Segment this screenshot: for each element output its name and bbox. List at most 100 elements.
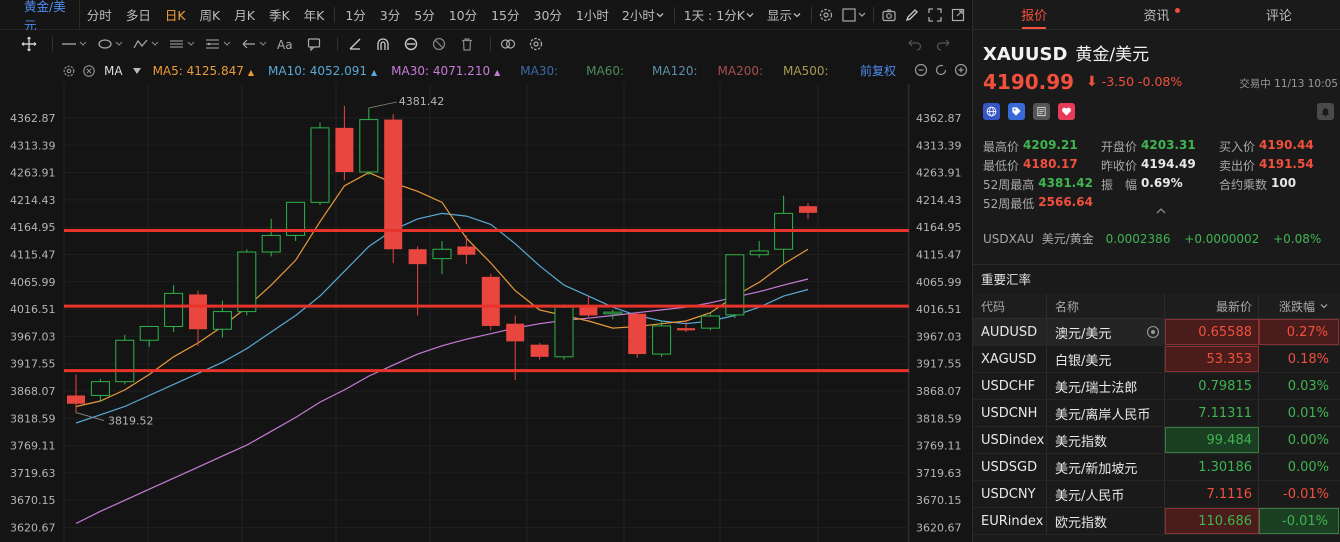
redo-button[interactable] bbox=[932, 34, 954, 54]
timeframe-tab[interactable]: 季K bbox=[262, 0, 297, 29]
candle-body bbox=[164, 292, 184, 327]
timeframe-tab[interactable]: 周K bbox=[193, 0, 228, 29]
ma30-text: MA30: 4071.210 bbox=[391, 64, 491, 78]
candle-body bbox=[579, 307, 598, 316]
rate-row[interactable]: USDCNY 美元/人民币 7.1116 -0.01% bbox=[973, 481, 1340, 508]
candle-body bbox=[67, 395, 85, 404]
adjust-mode-button[interactable]: 前复权 bbox=[860, 62, 896, 79]
trend-tool[interactable] bbox=[131, 34, 161, 54]
target-icon[interactable] bbox=[1146, 325, 1160, 339]
ruler-tool[interactable] bbox=[344, 34, 366, 54]
rate-row[interactable]: USDSGD 美元/新加坡元 1.30186 0.00% bbox=[973, 454, 1340, 481]
zoom-in-button[interactable] bbox=[952, 60, 970, 80]
delete-tool[interactable] bbox=[456, 34, 478, 54]
channel-tool[interactable] bbox=[167, 34, 197, 54]
tag-icon bbox=[1012, 107, 1021, 116]
chevron-up-icon[interactable] bbox=[1155, 206, 1167, 216]
screenshot-button[interactable] bbox=[880, 5, 897, 25]
rate-change: 0.01% bbox=[1287, 405, 1329, 421]
compare-tool[interactable] bbox=[497, 34, 519, 54]
rate-row[interactable]: USDindex 美元指数 99.484 0.00% bbox=[973, 427, 1340, 454]
rate-price: 1.30186 bbox=[1165, 454, 1259, 480]
lock-tool[interactable] bbox=[400, 34, 422, 54]
close-icon[interactable] bbox=[82, 64, 96, 78]
timeframe-tab[interactable]: 30分 bbox=[527, 0, 569, 29]
alert-button[interactable] bbox=[1317, 103, 1334, 120]
layout-button[interactable] bbox=[841, 5, 867, 25]
magnet-tool[interactable] bbox=[372, 34, 394, 54]
panel-tab[interactable]: 评论 bbox=[1218, 0, 1340, 29]
timeframe-tab[interactable]: 日K bbox=[158, 0, 193, 29]
stat-value: 4209.21 bbox=[1023, 138, 1078, 152]
timeframe-tab[interactable]: 1分 bbox=[338, 0, 372, 29]
quote-title: XAUUSD 黄金/美元 bbox=[983, 40, 1149, 65]
camera-icon bbox=[881, 8, 896, 21]
settings-button[interactable] bbox=[818, 5, 835, 25]
fib-tool[interactable] bbox=[203, 34, 233, 54]
timeframe-tab[interactable]: 多日 bbox=[119, 0, 158, 29]
shape-tool[interactable] bbox=[95, 34, 125, 54]
square-dropdown-icon bbox=[842, 7, 866, 22]
rate-name: 白银/美元 bbox=[1047, 346, 1165, 372]
timeframe-tab[interactable]: 15分 bbox=[484, 0, 526, 29]
note-tool[interactable] bbox=[303, 34, 325, 54]
line-tool[interactable] bbox=[59, 34, 89, 54]
timeframe-tab[interactable]: 年K bbox=[297, 0, 332, 29]
gear-icon[interactable] bbox=[62, 64, 76, 78]
panel-tab[interactable]: 资讯 bbox=[1095, 0, 1217, 29]
ma120-value: MA120: bbox=[652, 64, 698, 78]
magnet-icon bbox=[377, 38, 389, 50]
favorite-button[interactable] bbox=[1058, 103, 1075, 120]
y-tick-left: 3719.63 bbox=[10, 467, 56, 480]
candle-up bbox=[310, 122, 330, 206]
wave-icon bbox=[133, 39, 159, 49]
panel-tab[interactable]: 报价 bbox=[973, 0, 1095, 29]
timeframe-tab[interactable]: 月K bbox=[227, 0, 262, 29]
globe-button[interactable] bbox=[983, 103, 1000, 120]
rate-name-text: 美元指数 bbox=[1055, 434, 1108, 450]
draw-settings[interactable] bbox=[525, 34, 547, 54]
rate-row[interactable]: AUDUSD 澳元/美元 0.65588 0.27% bbox=[973, 319, 1340, 346]
symbol-selector[interactable]: 黄金/美元 bbox=[0, 0, 80, 33]
crosshair-tool[interactable] bbox=[18, 34, 40, 54]
draw-button[interactable] bbox=[903, 5, 920, 25]
popout-button[interactable] bbox=[950, 5, 967, 25]
hide-tool[interactable] bbox=[428, 34, 450, 54]
arrow-tool[interactable] bbox=[239, 34, 269, 54]
timeframe-tab[interactable]: 分时 bbox=[80, 0, 119, 29]
undo-button[interactable] bbox=[904, 34, 926, 54]
fullscreen-button[interactable] bbox=[926, 5, 943, 25]
display-dropdown[interactable]: 显示 bbox=[761, 0, 808, 29]
document-button[interactable] bbox=[1033, 103, 1050, 120]
plus-circle-icon bbox=[954, 63, 968, 77]
rate-name: 美元指数 bbox=[1047, 427, 1165, 453]
divider bbox=[490, 37, 491, 51]
triangle-down-icon[interactable] bbox=[132, 67, 141, 75]
y-tick-right: 4214.43 bbox=[916, 194, 962, 207]
timeframe-2h-dropdown[interactable]: 2小时 bbox=[616, 0, 671, 29]
header-change[interactable]: 涨跌幅 bbox=[1259, 294, 1339, 318]
header-change-label: 涨跌幅 bbox=[1278, 299, 1315, 314]
reset-button[interactable] bbox=[932, 60, 950, 80]
timeframe-tab[interactable]: 1小时 bbox=[569, 0, 616, 29]
chevron-down-icon bbox=[746, 12, 754, 17]
ma5-value: MA5: 4125.847 ▲ bbox=[153, 64, 254, 78]
svg-text:Aa: Aa bbox=[277, 38, 293, 51]
rates-header: 代码 名称 最新价 涨跌幅 bbox=[973, 294, 1340, 319]
rate-row[interactable]: EURindex 欧元指数 110.686 -0.01% bbox=[973, 508, 1340, 535]
timeframe-tab[interactable]: 10分 bbox=[442, 0, 484, 29]
rate-row[interactable]: USDCNH 美元/离岸人民币 7.11311 0.01% bbox=[973, 400, 1340, 427]
expand-icon bbox=[928, 7, 942, 22]
timeframe-tab[interactable]: 5分 bbox=[407, 0, 441, 29]
bell-icon bbox=[1321, 108, 1330, 117]
tag-button[interactable] bbox=[1008, 103, 1025, 120]
text-tool[interactable]: Aa bbox=[275, 34, 297, 54]
candlestick-chart[interactable]: 4362.87 4313.39 4263.91 4214.43 4164.95 4115.… bbox=[0, 84, 970, 542]
timeframe-tab[interactable]: 3分 bbox=[373, 0, 407, 29]
header-price[interactable]: 最新价 bbox=[1165, 294, 1259, 318]
multiday-dropdown[interactable]: 1天 : 1分K bbox=[678, 0, 761, 29]
rate-row[interactable]: XAGUSD 白银/美元 53.353 0.18% bbox=[973, 346, 1340, 373]
zoom-out-button[interactable] bbox=[912, 60, 930, 80]
rate-row[interactable]: USDCHF 美元/瑞士法郎 0.79815 0.03% bbox=[973, 373, 1340, 400]
candle-body bbox=[310, 127, 330, 203]
